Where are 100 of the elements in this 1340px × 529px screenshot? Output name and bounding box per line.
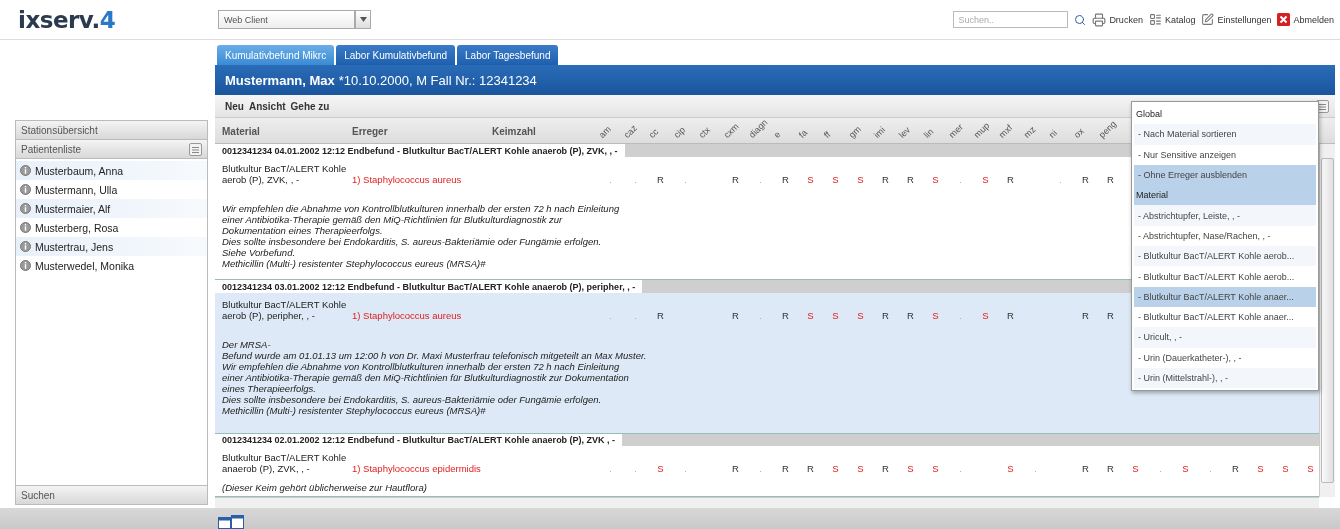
result-block[interactable] <box>215 434 1319 497</box>
menu-item[interactable]: - Blutkultur BacT/ALERT Kohle aerob... <box>1134 246 1316 267</box>
result-text: S <box>1007 463 1014 474</box>
comment-line: Wir empfehlen die Abnahme von Kontrollblutkulturen innerhalb der ersten 72 h nach Einleitung <box>222 361 620 372</box>
comment-line: Der MRSA- <box>222 339 271 350</box>
dropdown-button[interactable] <box>355 10 371 29</box>
result-text: R <box>732 174 739 185</box>
menu-item[interactable]: Ansicht <box>248 100 286 112</box>
comment-line: Dokumentation eines Therapieerfolgs. <box>222 225 383 236</box>
result-text: . <box>609 174 612 185</box>
column-header: Keimzahl <box>492 126 536 137</box>
column-header: am <box>596 124 613 140</box>
column-header: cip <box>671 124 688 140</box>
tab[interactable]: Labor Kumulativbefund <box>336 45 455 65</box>
result-text: S <box>832 174 839 185</box>
result-text: R <box>882 463 889 474</box>
search-icon[interactable] <box>1074 13 1087 26</box>
scrollbar-thumb[interactable] <box>1321 158 1334 483</box>
menu-item[interactable]: - Ohne Erreger ausblenden <box>1134 164 1316 186</box>
menu-item[interactable]: - Nach Material sortieren <box>1134 124 1316 145</box>
result-text: S <box>907 463 914 474</box>
section-header[interactable]: Stationsübersicht <box>16 121 207 140</box>
result-text: . <box>609 463 612 474</box>
column-header: caz <box>621 123 639 140</box>
result-text: . <box>609 310 612 321</box>
result-text: R <box>657 310 664 321</box>
result-text: R <box>1082 463 1089 474</box>
comment-line: einer Antibiotika-Therapie gemäß den MiQ-Richtlinien für Blutkulturdiagnostik zur Dokumentation <box>222 372 629 383</box>
menu-item[interactable]: - Uricult, , - <box>1134 327 1316 348</box>
toolbar-link[interactable]: Einstellungen <box>1201 13 1272 26</box>
result-text: S <box>932 174 939 185</box>
comment-line: Dies sollte insbesondere bei Endokarditis, S. aureus-Bakteriämie oder Fungämie erfolgen. <box>222 236 602 247</box>
result-text: S <box>857 310 864 321</box>
search-field[interactable]: Suchen.. <box>953 11 1069 28</box>
result-text: . <box>759 174 762 185</box>
result-text: S <box>932 310 939 321</box>
info-icon <box>20 241 31 252</box>
organism-text: 1) Staphylococcus aureus <box>352 310 462 321</box>
menu-item[interactable]: Neu <box>225 100 244 112</box>
organism-text: 1) Staphylococcus aureus <box>352 174 462 185</box>
vertical-scrollbar[interactable] <box>1319 144 1335 497</box>
menu-icon[interactable] <box>189 142 202 156</box>
tab[interactable]: Labor Tagesbefund <box>457 45 559 65</box>
toolbar-link[interactable]: Abmelden <box>1277 13 1334 26</box>
menu-item[interactable]: - Urin (Mittelstrahl-), , - <box>1134 367 1316 389</box>
patient-item[interactable]: Musterbaum, Anna <box>16 161 207 180</box>
result-text: S <box>857 463 864 474</box>
patient-name: Mustermann, Max <box>225 72 335 88</box>
result-text: R <box>882 310 889 321</box>
column-header: mz <box>1021 124 1038 140</box>
result-text: S <box>982 174 989 185</box>
result-text: R <box>1007 310 1014 321</box>
result-text: . <box>634 310 637 321</box>
column-header: e <box>771 129 783 140</box>
result-text: . <box>1209 463 1212 474</box>
result-text: S <box>657 463 664 474</box>
result-text: S <box>1182 463 1189 474</box>
result-text: R <box>907 174 914 185</box>
column-header: ni <box>1046 127 1059 140</box>
result-text: . <box>959 174 962 185</box>
result-text: R <box>1107 463 1114 474</box>
toolbar-link[interactable]: Katalog <box>1148 13 1196 26</box>
result-text: R <box>1232 463 1239 474</box>
result-text: S <box>832 310 839 321</box>
info-icon <box>20 203 31 214</box>
menu-item[interactable]: Gehe zu <box>290 100 330 112</box>
patient-item[interactable]: Musterberg, Rosa <box>16 218 207 237</box>
result-text: R <box>732 463 739 474</box>
menu-item[interactable]: - Abstrichtupfer, Leiste, , - <box>1134 205 1316 226</box>
window-icon[interactable] <box>218 515 244 529</box>
info-icon <box>20 222 31 233</box>
client-select[interactable]: Web Client <box>218 10 355 29</box>
info-icon <box>20 165 31 176</box>
result-text: R <box>907 310 914 321</box>
column-header: ctx <box>696 124 713 140</box>
comment-line: Dies sollte insbesondere bei Endokarditis, S. aureus-Bakteriämie oder Fungämie erfolgen. <box>222 394 602 405</box>
close-icon <box>1277 13 1291 26</box>
patient-item[interactable]: Mustermann, Ulla <box>16 180 207 199</box>
comment-line: Methicillin (Multi-) resistenter Stephylococcus eureus (MRSA)# <box>222 405 486 416</box>
result-text: S <box>807 174 814 185</box>
result-text: R <box>782 463 789 474</box>
patient-item[interactable]: Musterwedel, Monika <box>16 256 207 275</box>
patient-item[interactable]: Mustermaier, Alf <box>16 199 207 218</box>
result-text: . <box>1059 174 1062 185</box>
toolbar-link[interactable]: Drucken <box>1092 12 1143 27</box>
horizontal-scrollbar[interactable] <box>215 497 1319 508</box>
result-text: . <box>634 174 637 185</box>
section-header[interactable]: Suchen <box>16 485 207 504</box>
result-text: . <box>684 463 687 474</box>
comment-line: Wir empfehlen die Abnahme von Kontrollblutkulturen innerhalb der ersten 72 h nach Einleitung <box>222 203 620 214</box>
result-text: S <box>807 310 814 321</box>
result-text: R <box>732 310 739 321</box>
result-text: . <box>1034 463 1037 474</box>
material-text: aerob (P), peripher, , - <box>222 310 315 321</box>
pencil-icon <box>1201 13 1215 26</box>
patient-item[interactable]: Mustertrau, Jens <box>16 237 207 256</box>
comment-line: eines Therapieerfolgs. <box>222 383 316 394</box>
menu-item[interactable]: - Blutkultur BacT/ALERT Kohle anaer... <box>1134 286 1316 307</box>
info-icon <box>20 184 31 195</box>
result-text: S <box>1257 463 1264 474</box>
